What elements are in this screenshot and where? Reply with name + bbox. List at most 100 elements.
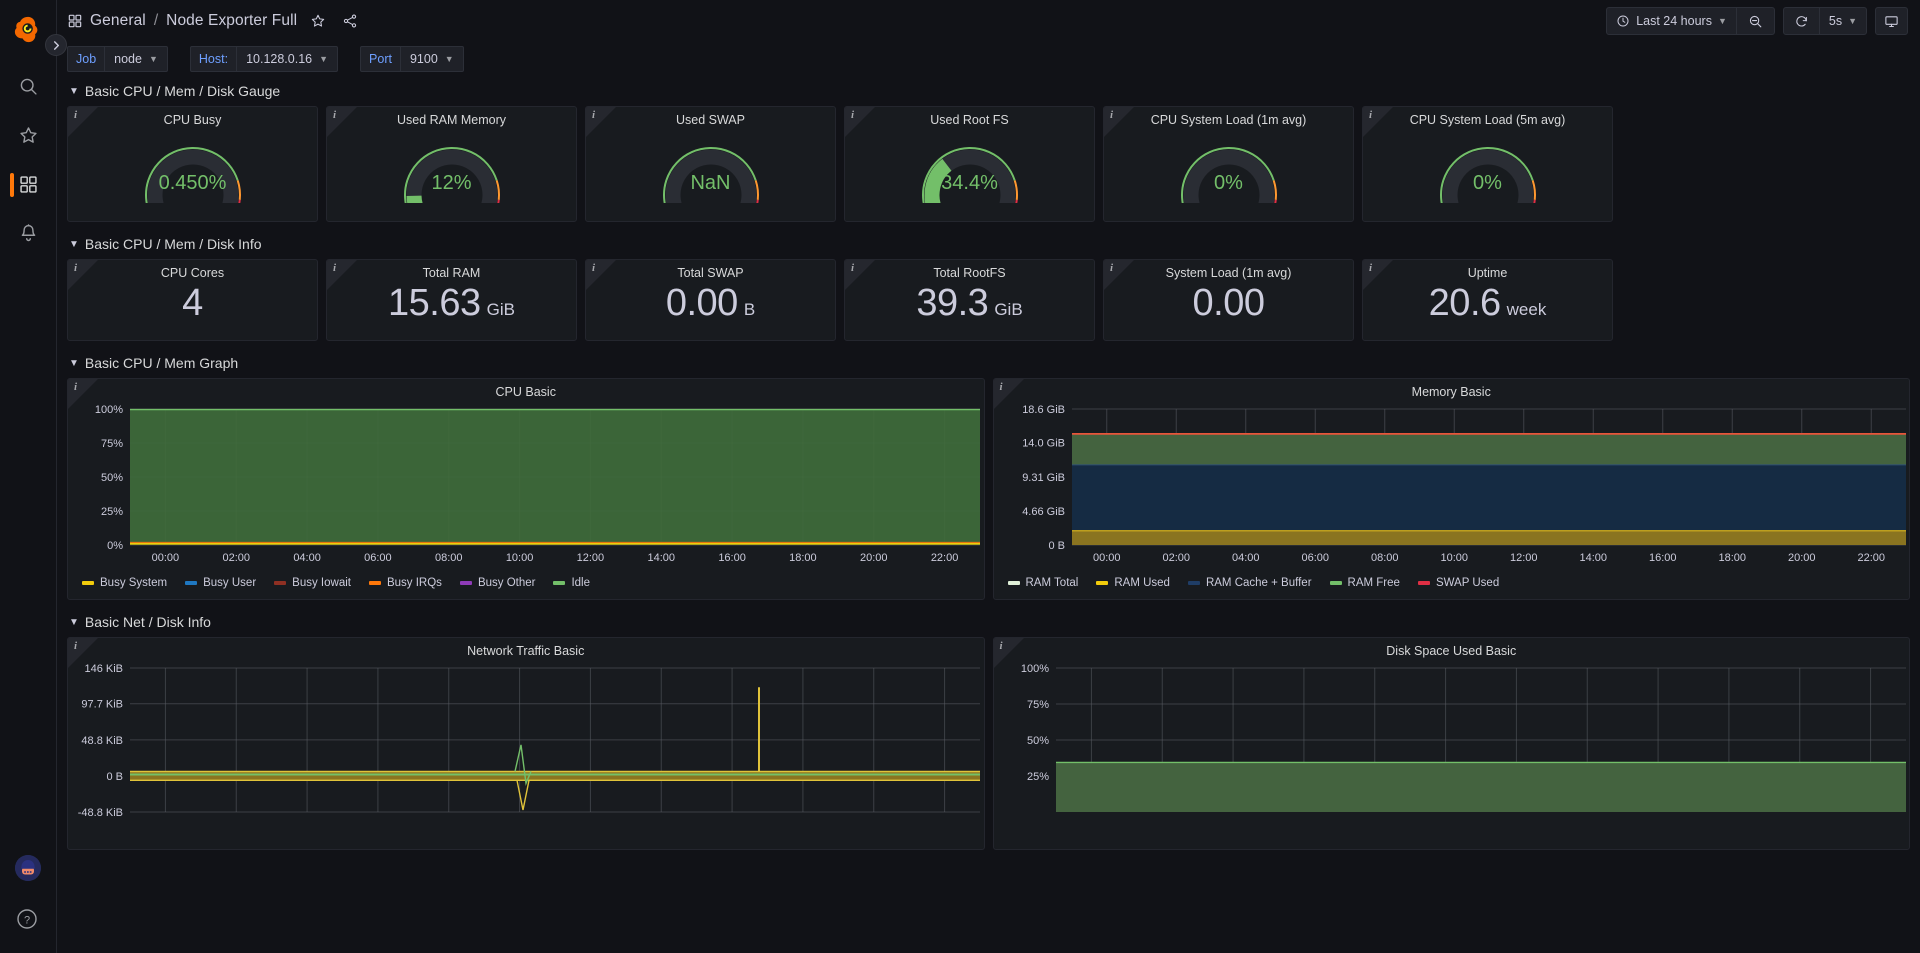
row-header-gauge[interactable]: ▼ Basic CPU / Mem / Disk Gauge bbox=[67, 76, 1910, 106]
panel-title[interactable]: Total RAM bbox=[327, 260, 576, 280]
svg-text:06:00: 06:00 bbox=[1301, 552, 1329, 564]
panel-title[interactable]: CPU Cores bbox=[68, 260, 317, 280]
chevron-down-icon: ▼ bbox=[319, 55, 328, 64]
legend-item[interactable]: RAM Cache + Buffer bbox=[1188, 577, 1312, 589]
graph-panel[interactable]: iCPU Basic0%25%50%75%100%00:0002:0004:00… bbox=[67, 378, 985, 600]
gauge-panel[interactable]: iCPU System Load (5m avg)0% bbox=[1362, 106, 1613, 222]
zoom-out-button[interactable] bbox=[1736, 8, 1774, 34]
grafana-logo-icon[interactable] bbox=[9, 10, 47, 48]
variable-host-value: 10.128.0.16 bbox=[246, 52, 312, 66]
panel-info-icon[interactable]: i bbox=[74, 109, 77, 121]
graph-plot-area[interactable]: 0%25%50%75%100%00:0002:0004:0006:0008:00… bbox=[68, 399, 984, 571]
graph-plot-area[interactable]: 25%50%75%100% bbox=[994, 658, 1910, 830]
variable-job-select[interactable]: node ▼ bbox=[104, 46, 168, 72]
variable-job-label: Job bbox=[67, 46, 104, 72]
panel-info-icon[interactable]: i bbox=[851, 109, 854, 121]
stat-panel[interactable]: iTotal SWAP0.00B bbox=[585, 259, 836, 341]
sidebar-item-search[interactable] bbox=[0, 62, 56, 111]
panel-title[interactable]: Used SWAP bbox=[586, 107, 835, 127]
sidebar-expand-button[interactable] bbox=[45, 34, 67, 56]
panel-info-icon[interactable]: i bbox=[74, 381, 77, 393]
panel-title[interactable]: CPU System Load (5m avg) bbox=[1363, 107, 1612, 127]
panel-info-icon[interactable]: i bbox=[333, 262, 336, 274]
stat-unit: B bbox=[744, 300, 755, 320]
panel-title[interactable]: CPU Busy bbox=[68, 107, 317, 127]
legend-item[interactable]: Idle bbox=[553, 577, 590, 589]
graph-panel[interactable]: iNetwork Traffic Basic-48.8 KiB0 B48.8 K… bbox=[67, 637, 985, 850]
stat-panel[interactable]: iCPU Cores4 bbox=[67, 259, 318, 341]
legend-item[interactable]: Busy System bbox=[82, 577, 167, 589]
time-range-picker[interactable]: Last 24 hours ▼ bbox=[1607, 8, 1736, 34]
refresh-button[interactable] bbox=[1784, 8, 1819, 34]
panel-title[interactable]: Used RAM Memory bbox=[327, 107, 576, 127]
legend-item[interactable]: SWAP Used bbox=[1418, 577, 1499, 589]
sidebar-item-dashboards[interactable] bbox=[0, 160, 56, 209]
panel-title[interactable]: Uptime bbox=[1363, 260, 1612, 280]
panel-title[interactable]: Total SWAP bbox=[586, 260, 835, 280]
avatar[interactable] bbox=[15, 855, 41, 881]
gauge-panel[interactable]: iUsed RAM Memory12% bbox=[326, 106, 577, 222]
panel-title[interactable]: Memory Basic bbox=[994, 379, 1910, 399]
row-header-net[interactable]: ▼ Basic Net / Disk Info bbox=[67, 607, 1910, 637]
panel-info-icon[interactable]: i bbox=[592, 262, 595, 274]
panel-info-icon[interactable]: i bbox=[74, 640, 77, 652]
stat-panel[interactable]: iTotal RAM15.63GiB bbox=[326, 259, 577, 341]
row-header-info[interactable]: ▼ Basic CPU / Mem / Disk Info bbox=[67, 229, 1910, 259]
refresh-interval-picker[interactable]: 5s ▼ bbox=[1819, 8, 1866, 34]
panel-title[interactable]: Total RootFS bbox=[845, 260, 1094, 280]
gauge-panel[interactable]: iCPU System Load (1m avg)0% bbox=[1103, 106, 1354, 222]
sidebar-item-starred[interactable] bbox=[0, 111, 56, 160]
graph-panel[interactable]: iDisk Space Used Basic25%50%75%100% bbox=[993, 637, 1911, 850]
stat-panel[interactable]: iTotal RootFS39.3GiB bbox=[844, 259, 1095, 341]
row-title: Basic CPU / Mem / Disk Info bbox=[85, 236, 262, 252]
breadcrumb-folder[interactable]: General bbox=[90, 12, 146, 30]
legend-item[interactable]: RAM Total bbox=[1008, 577, 1079, 589]
sidebar-item-alerting[interactable] bbox=[0, 209, 56, 258]
row-header-graph[interactable]: ▼ Basic CPU / Mem Graph bbox=[67, 348, 1910, 378]
legend-item[interactable]: RAM Used bbox=[1096, 577, 1170, 589]
panel-title[interactable]: CPU Basic bbox=[68, 379, 984, 399]
share-icon[interactable] bbox=[339, 10, 361, 32]
panel-info-icon[interactable]: i bbox=[1369, 262, 1372, 274]
gauge-panel[interactable]: iUsed Root FS34.4% bbox=[844, 106, 1095, 222]
panel-title[interactable]: CPU System Load (1m avg) bbox=[1104, 107, 1353, 127]
legend-item[interactable]: Busy IRQs bbox=[369, 577, 442, 589]
legend-item[interactable]: Busy Iowait bbox=[274, 577, 351, 589]
panel-info-icon[interactable]: i bbox=[1110, 109, 1113, 121]
legend-item[interactable]: Busy User bbox=[185, 577, 256, 589]
panel-info-icon[interactable]: i bbox=[851, 262, 854, 274]
panel-info-icon[interactable]: i bbox=[1000, 381, 1003, 393]
legend-item[interactable]: Busy Other bbox=[460, 577, 536, 589]
panel-info-icon[interactable]: i bbox=[1000, 640, 1003, 652]
panel-title[interactable]: Disk Space Used Basic bbox=[994, 638, 1910, 658]
topbar-controls: Last 24 hours ▼ bbox=[1606, 7, 1908, 35]
legend-label: RAM Total bbox=[1026, 577, 1079, 589]
row-title: Basic Net / Disk Info bbox=[85, 614, 211, 630]
chevron-down-icon: ▼ bbox=[69, 86, 79, 97]
graph-plot-area[interactable]: -48.8 KiB0 B48.8 KiB97.7 KiB146 KiB bbox=[68, 658, 984, 830]
help-circle-icon[interactable]: ? bbox=[15, 907, 41, 933]
panel-info-icon[interactable]: i bbox=[1369, 109, 1372, 121]
svg-text:75%: 75% bbox=[1026, 699, 1048, 711]
graph-plot-area[interactable]: 0 B4.66 GiB9.31 GiB14.0 GiB18.6 GiB00:00… bbox=[994, 399, 1910, 571]
clock-icon bbox=[1616, 14, 1630, 28]
panel-title[interactable]: Network Traffic Basic bbox=[68, 638, 984, 658]
panel-info-icon[interactable]: i bbox=[74, 262, 77, 274]
panel-info-icon[interactable]: i bbox=[1110, 262, 1113, 274]
stat-panel[interactable]: iSystem Load (1m avg)0.00 bbox=[1103, 259, 1354, 341]
stat-panel[interactable]: iUptime20.6week bbox=[1362, 259, 1613, 341]
panel-info-icon[interactable]: i bbox=[333, 109, 336, 121]
variable-host-select[interactable]: 10.128.0.16 ▼ bbox=[236, 46, 338, 72]
gauge-panel[interactable]: iUsed SWAPNaN bbox=[585, 106, 836, 222]
kiosk-mode-button[interactable] bbox=[1875, 7, 1908, 35]
gauge-panel[interactable]: iCPU Busy0.450% bbox=[67, 106, 318, 222]
legend-color-swatch bbox=[1188, 581, 1200, 585]
graph-panel[interactable]: iMemory Basic0 B4.66 GiB9.31 GiB14.0 GiB… bbox=[993, 378, 1911, 600]
stat-value: 15.63GiB bbox=[327, 280, 576, 332]
variable-port-select[interactable]: 9100 ▼ bbox=[400, 46, 464, 72]
star-outline-icon[interactable] bbox=[307, 10, 329, 32]
panel-title[interactable]: System Load (1m avg) bbox=[1104, 260, 1353, 280]
legend-item[interactable]: RAM Free bbox=[1330, 577, 1400, 589]
panel-info-icon[interactable]: i bbox=[592, 109, 595, 121]
panel-title[interactable]: Used Root FS bbox=[845, 107, 1094, 127]
